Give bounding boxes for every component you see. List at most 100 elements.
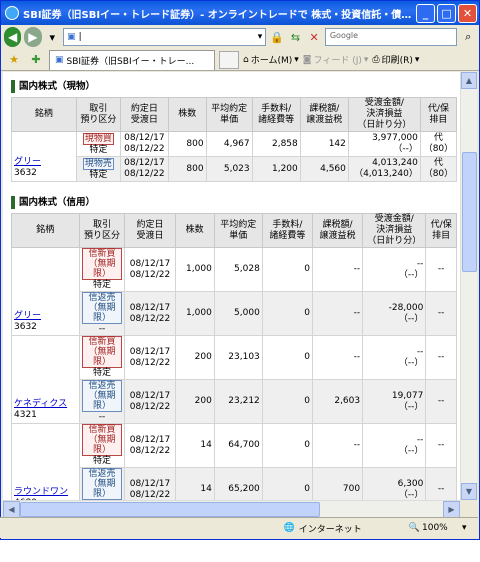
horizontal-scrollbar[interactable]: ◀ ▶ xyxy=(3,500,460,518)
shares-cell: 800 xyxy=(167,156,207,182)
trade-type-badge: 信新買 （無期限） xyxy=(81,248,123,280)
home-label: ホーム(M) xyxy=(250,56,293,66)
address-dropdown-icon[interactable]: ▾ xyxy=(258,32,263,42)
stock-link[interactable]: グリー xyxy=(14,157,41,167)
trade-type-badge: 信返売 （無期限） xyxy=(81,380,123,412)
price-cell: 23,212 xyxy=(213,379,263,424)
navigation-bar: ◀ ▶ ▾ ▣ | ▾ 🔒 ⇆ ✕ Google ⌕ xyxy=(1,25,479,49)
column-header: 平均約定 単価 xyxy=(213,213,263,248)
price-cell: 5,023 xyxy=(205,156,253,182)
home-icon: ⌂ xyxy=(243,54,249,65)
favorites-star-icon[interactable]: ★ xyxy=(5,51,23,69)
table-row: 信返売 （無期限） -- 08/12/17 08/12/22 200 23,212 0 2,60… xyxy=(12,379,457,424)
price-cell: 5,028 xyxy=(213,247,263,292)
column-header: 約定日 受渡日 xyxy=(119,97,169,132)
vertical-scrollbar[interactable]: ▲ ▼ xyxy=(460,72,477,500)
search-input[interactable]: Google xyxy=(324,28,458,46)
date-cell: 08/12/17 08/12/22 xyxy=(124,291,176,336)
price-cell: 64,700 xyxy=(213,423,263,468)
vertical-scroll-thumb[interactable] xyxy=(462,152,477,272)
forward-button[interactable]: ▶ xyxy=(24,27,42,47)
minimize-button[interactable]: _ xyxy=(416,3,435,23)
column-header: 銘柄 xyxy=(11,213,80,248)
trade-type-badge: 信返売 （無期限） xyxy=(81,468,123,500)
scroll-left-icon[interactable]: ◀ xyxy=(3,501,20,518)
price-cell: 65,200 xyxy=(213,467,263,500)
fee-cell: 1,200 xyxy=(251,156,301,182)
date-cell: 08/12/17 08/12/22 xyxy=(124,379,176,424)
lock-icon[interactable]: 🔒 xyxy=(269,28,285,46)
title-bar: SBI証券（旧SBIイー・トレード証券）- オンライントレードで 株式・投資信託… xyxy=(1,1,479,25)
trade-type-cell: 現物売 特定 xyxy=(75,156,121,182)
scroll-right-icon[interactable]: ▶ xyxy=(443,501,460,518)
zoom-dropdown-icon[interactable]: ▾ xyxy=(462,523,478,533)
stock-link[interactable]: グリー xyxy=(14,311,41,321)
printer-icon: ⎙ xyxy=(372,54,380,65)
stock-name-cell: ラウンドワン4680 xyxy=(11,423,80,500)
table-row: 信返売（無期限）--08/12/1708/12/221465,20007006,… xyxy=(12,467,457,500)
column-header: 課税額/譲渡益税 xyxy=(311,213,364,248)
column-header: 代/保 排目 xyxy=(419,97,458,132)
table-row: グリー 3632 現物買 特定 08/12/17 08/12/22 800 4,967 2,85… xyxy=(11,131,458,182)
stop-icon[interactable]: ✕ xyxy=(306,28,322,46)
account-type: 特定 xyxy=(89,169,108,180)
back-button[interactable]: ◀ xyxy=(4,27,22,47)
zone-label: インターネット xyxy=(298,524,362,535)
shares-cell: 1,000 xyxy=(174,247,215,292)
new-tab-button[interactable] xyxy=(219,50,239,69)
amount-cell: -- （--） xyxy=(362,423,427,468)
amount-cell: -28,000 （--） xyxy=(362,291,427,336)
column-header: 株数 xyxy=(167,97,207,132)
zoom-level[interactable]: 100% xyxy=(422,523,462,533)
account-type: 特定 xyxy=(93,280,112,290)
flag-cell: -- xyxy=(425,379,457,424)
address-input[interactable]: | xyxy=(79,32,258,42)
refresh-icon[interactable]: ⇆ xyxy=(288,28,304,46)
shares-cell: 200 xyxy=(174,379,215,424)
column-header: 銘柄 xyxy=(11,97,77,132)
margin-section-title: 国内株式（信用） xyxy=(11,196,460,209)
tab-bar: ★ ✚ ▣ SBI証券（旧SBIイー・トレー... ⌂ ホーム(M) ▾ ◙ フィー… xyxy=(1,49,479,71)
horizontal-scroll-thumb[interactable] xyxy=(20,502,320,517)
margin-table: 銘柄 取引 預り区分 約定日 受渡日 株数 平均約定 単価 手数料/諸経費等 課税額/譲渡益税 受渡… xyxy=(11,213,457,500)
date-cell: 08/12/17 08/12/22 xyxy=(119,131,169,157)
amount-cell: 6,300 （--） xyxy=(362,467,427,500)
flag-cell: -- xyxy=(425,247,457,292)
trade-type-cell: 信新買 （無期限） 特定 xyxy=(78,423,126,468)
table-row: 信返売 （無期限） -- 08/12/17 08/12/22 1,000 5,000 0 -- -… xyxy=(12,291,457,336)
date-cell: 08/12/17 08/12/22 xyxy=(124,247,176,292)
maximize-button[interactable]: □ xyxy=(437,3,456,23)
date-cell: 08/12/17 08/12/22 xyxy=(124,467,176,500)
stock-link[interactable]: ケネディクス xyxy=(14,399,67,409)
flag-cell: -- xyxy=(425,423,457,468)
home-button[interactable]: ⌂ ホーム(M) ▾ xyxy=(243,53,299,67)
tab-label: SBI証券（旧SBIイー・トレー... xyxy=(66,56,195,67)
flag-cell: 代（80） xyxy=(419,131,458,157)
tab-sbi[interactable]: ▣ SBI証券（旧SBIイー・トレー... xyxy=(49,49,215,70)
print-button[interactable]: ⎙ 印刷(R) ▾ xyxy=(372,53,419,67)
add-favorites-icon[interactable]: ✚ xyxy=(27,51,45,69)
page-icon: ▣ xyxy=(67,32,76,42)
tax-cell: 142 xyxy=(299,131,349,157)
tab-page-icon: ▣ xyxy=(55,55,64,65)
address-bar[interactable]: ▣ | ▾ xyxy=(63,28,267,46)
history-dropdown-icon[interactable]: ▾ xyxy=(45,28,61,46)
stock-link[interactable]: ラウンドワン xyxy=(14,487,68,497)
scroll-up-icon[interactable]: ▲ xyxy=(461,72,477,89)
zoom-icon[interactable]: 🔍 xyxy=(409,523,420,533)
fee-cell: 2,858 xyxy=(251,131,301,157)
account-type: 特定 xyxy=(93,456,112,466)
close-button[interactable]: ✕ xyxy=(458,3,477,23)
scroll-down-icon[interactable]: ▼ xyxy=(461,483,477,500)
column-header: 課税額/譲渡益税 xyxy=(299,97,349,132)
column-header: 代/保 排目 xyxy=(425,213,457,248)
column-header: 受渡金額/決済損益 （日計り分） xyxy=(362,213,427,248)
flag-cell: -- xyxy=(425,291,457,336)
trade-type-badge: 信返売 （無期限） xyxy=(81,292,123,324)
date-cell: 08/12/17 08/12/22 xyxy=(124,335,176,380)
trade-type-cell: 現物買 特定 xyxy=(75,131,121,157)
column-header: 手数料/諸経費等 xyxy=(251,97,301,132)
search-icon[interactable]: ⌕ xyxy=(460,28,476,46)
shares-cell: 14 xyxy=(174,423,215,468)
feed-button[interactable]: ◙ フィード (J) ▾ xyxy=(303,53,369,67)
